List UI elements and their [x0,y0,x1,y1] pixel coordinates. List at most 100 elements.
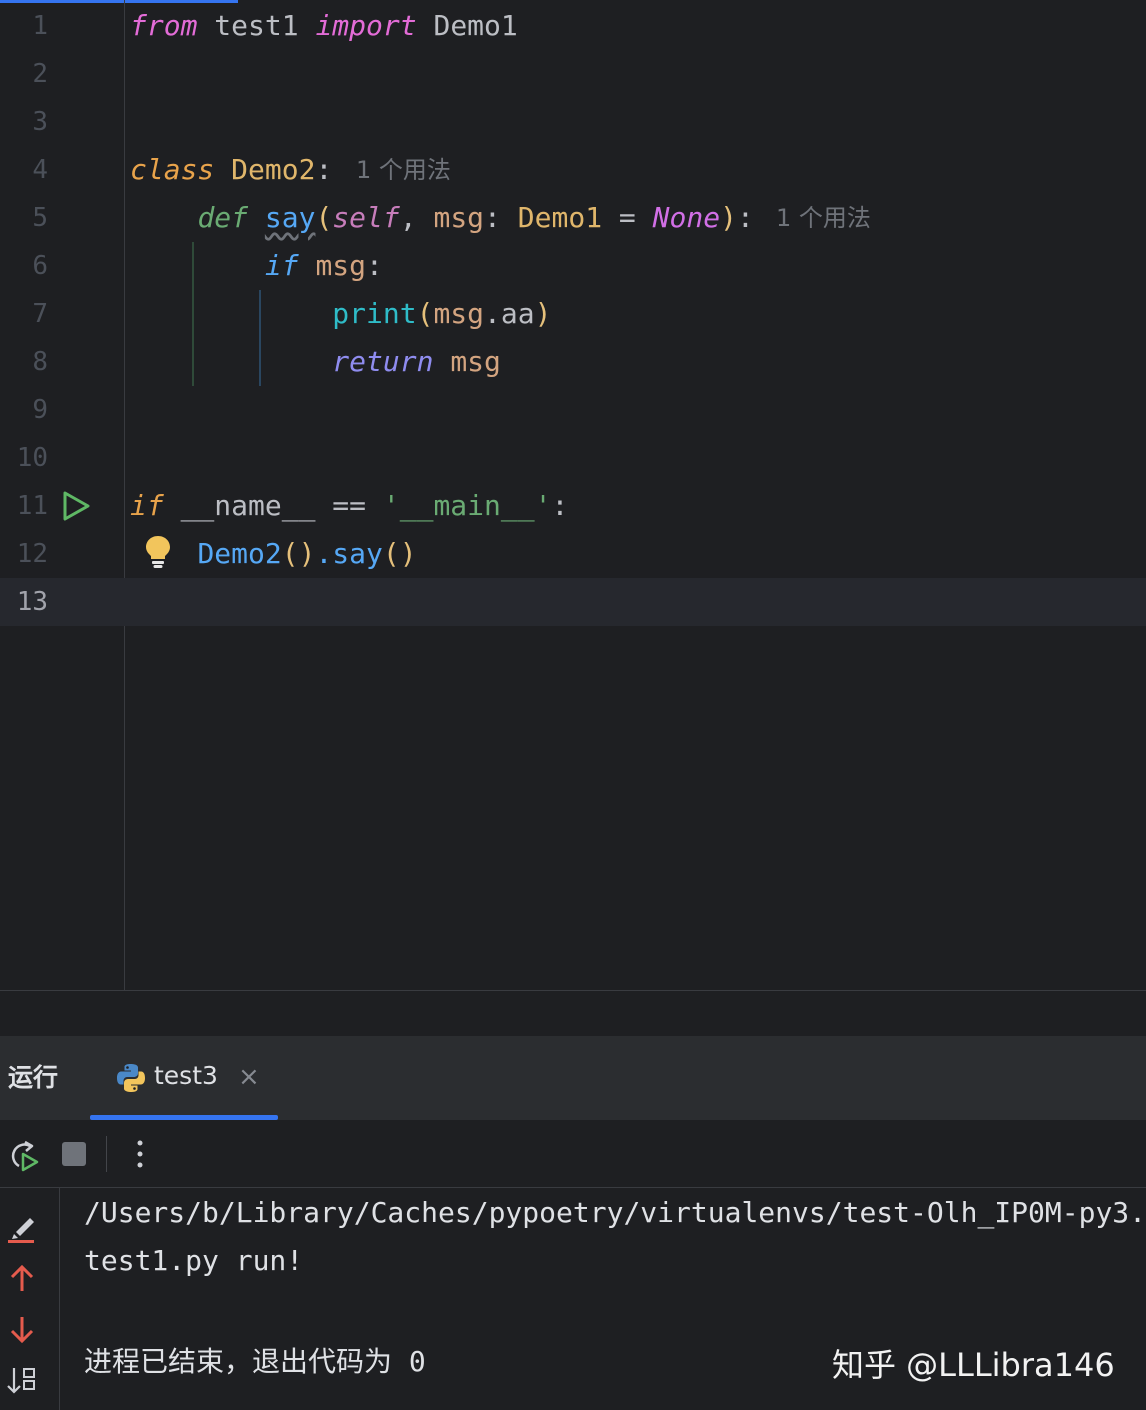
code-text: class Demo2: [130,146,332,194]
run-tool-window-header: 运行 test3 × [0,1036,1146,1120]
code-line[interactable]: 13 [0,578,1146,626]
code-token: class [130,153,215,186]
code-token: import [315,9,417,42]
code-token: = [602,201,653,234]
run-triangle-icon[interactable] [60,490,92,522]
indent-guide [192,242,194,386]
line-number: 2 [32,59,48,89]
code-token: () [382,537,417,570]
console-line: test1.py run! [84,1244,304,1277]
code-token: test1 [197,9,316,42]
editor-bottom-area [0,990,1146,1036]
code-line[interactable]: 8 return msg [0,338,1146,386]
clear-console-icon[interactable] [6,1212,38,1244]
line-number: 1 [32,11,48,41]
console-line: 进程已结束，退出代码为 0 [84,1345,426,1378]
rerun-icon[interactable] [6,1138,40,1172]
code-text: return msg [130,338,501,386]
code-line[interactable]: 7 print(msg.aa) [0,290,1146,338]
code-line[interactable]: 4 class Demo2: 1 个用法 [0,146,1146,194]
code-token: Demo1 [517,201,603,234]
line-number: 12 [16,539,48,569]
tab-label: test3 [154,1061,218,1090]
code-token: print [332,297,417,330]
code-token: () [281,537,316,570]
tool-window-title: 运行 [8,1063,59,1092]
indent-guide [259,290,261,386]
code-token: Demo1 [416,9,518,42]
line-number: 6 [32,251,48,281]
code-line[interactable]: 11 if __name__ == '__main__': [0,482,1146,530]
code-text: if __name__ == '__main__': [130,482,568,530]
console-line: /Users/b/Library/Caches/pypoetry/virtual… [84,1196,1146,1229]
lightbulb-icon[interactable] [144,534,172,570]
code-line[interactable]: 2 [0,50,1146,98]
code-text: if msg: [130,242,383,290]
code-token: return [332,345,434,378]
code-text: def say(self, msg: Demo1 = None): [130,194,754,242]
line-number: 7 [32,299,48,329]
python-icon [117,1064,145,1092]
arrow-down-icon[interactable] [6,1314,38,1346]
code-token: msg [450,345,501,378]
watermark: 知乎 @LLLibra146 [832,1346,1115,1384]
stop-icon[interactable] [62,1142,86,1166]
code-token: ( [416,297,434,330]
sort-icon[interactable] [6,1364,38,1396]
code-token: msg [315,249,367,282]
code-token: '__main__' [382,489,552,522]
code-token: : [551,489,569,522]
more-vertical-icon[interactable] [130,1136,150,1172]
code-token: : [736,201,754,234]
line-number: 9 [32,395,48,425]
code-token: ) [534,297,552,330]
run-toolbar [0,1120,1146,1188]
usages-hint[interactable]: 1 个用法 [776,194,871,242]
code-token: .aa [484,297,535,330]
code-token: self [332,201,400,234]
code-token: ( [315,201,333,234]
code-line[interactable]: 10 [0,434,1146,482]
line-number: 10 [16,443,48,473]
line-number: 3 [32,107,48,137]
line-number: 4 [32,155,48,185]
code-line[interactable]: 3 [0,98,1146,146]
code-token: , [399,201,434,234]
code-token: : [315,153,333,186]
code-line[interactable]: 5 def say(self, msg: Demo1 = None): 1 个用法 [0,194,1146,242]
code-token: if [130,489,164,522]
code-token: say [264,201,316,234]
code-line[interactable]: 1 from test1 import Demo1 [0,2,1146,50]
code-token: Demo2 [231,153,316,186]
tab-test3[interactable]: test3 × [90,1036,278,1120]
line-number: 11 [16,491,48,521]
code-token: : [484,201,518,234]
code-editor[interactable]: 1 from test1 import Demo1 2 3 4 class Demo2: 1… [0,0,1146,990]
code-token: : [366,249,383,282]
code-token: __name__ == [163,489,383,522]
code-token: None [652,201,721,234]
usages-hint[interactable]: 1 个用法 [356,146,451,194]
code-line[interactable]: 9 [0,386,1146,434]
code-token: from [130,9,198,42]
code-text: Demo2().say() [130,530,417,578]
tab-close-icon[interactable]: × [238,1062,260,1092]
arrow-up-icon[interactable] [6,1262,38,1294]
code-token: Demo2 [197,537,282,570]
code-line[interactable]: 6 if msg: [0,242,1146,290]
code-token: .say [315,537,383,570]
console-sidebar [0,1188,60,1410]
code-token: msg [433,297,485,330]
code-token: msg [433,201,485,234]
line-number: 5 [32,203,48,233]
code-token: ) [720,201,737,234]
line-number: 13 [16,587,48,617]
